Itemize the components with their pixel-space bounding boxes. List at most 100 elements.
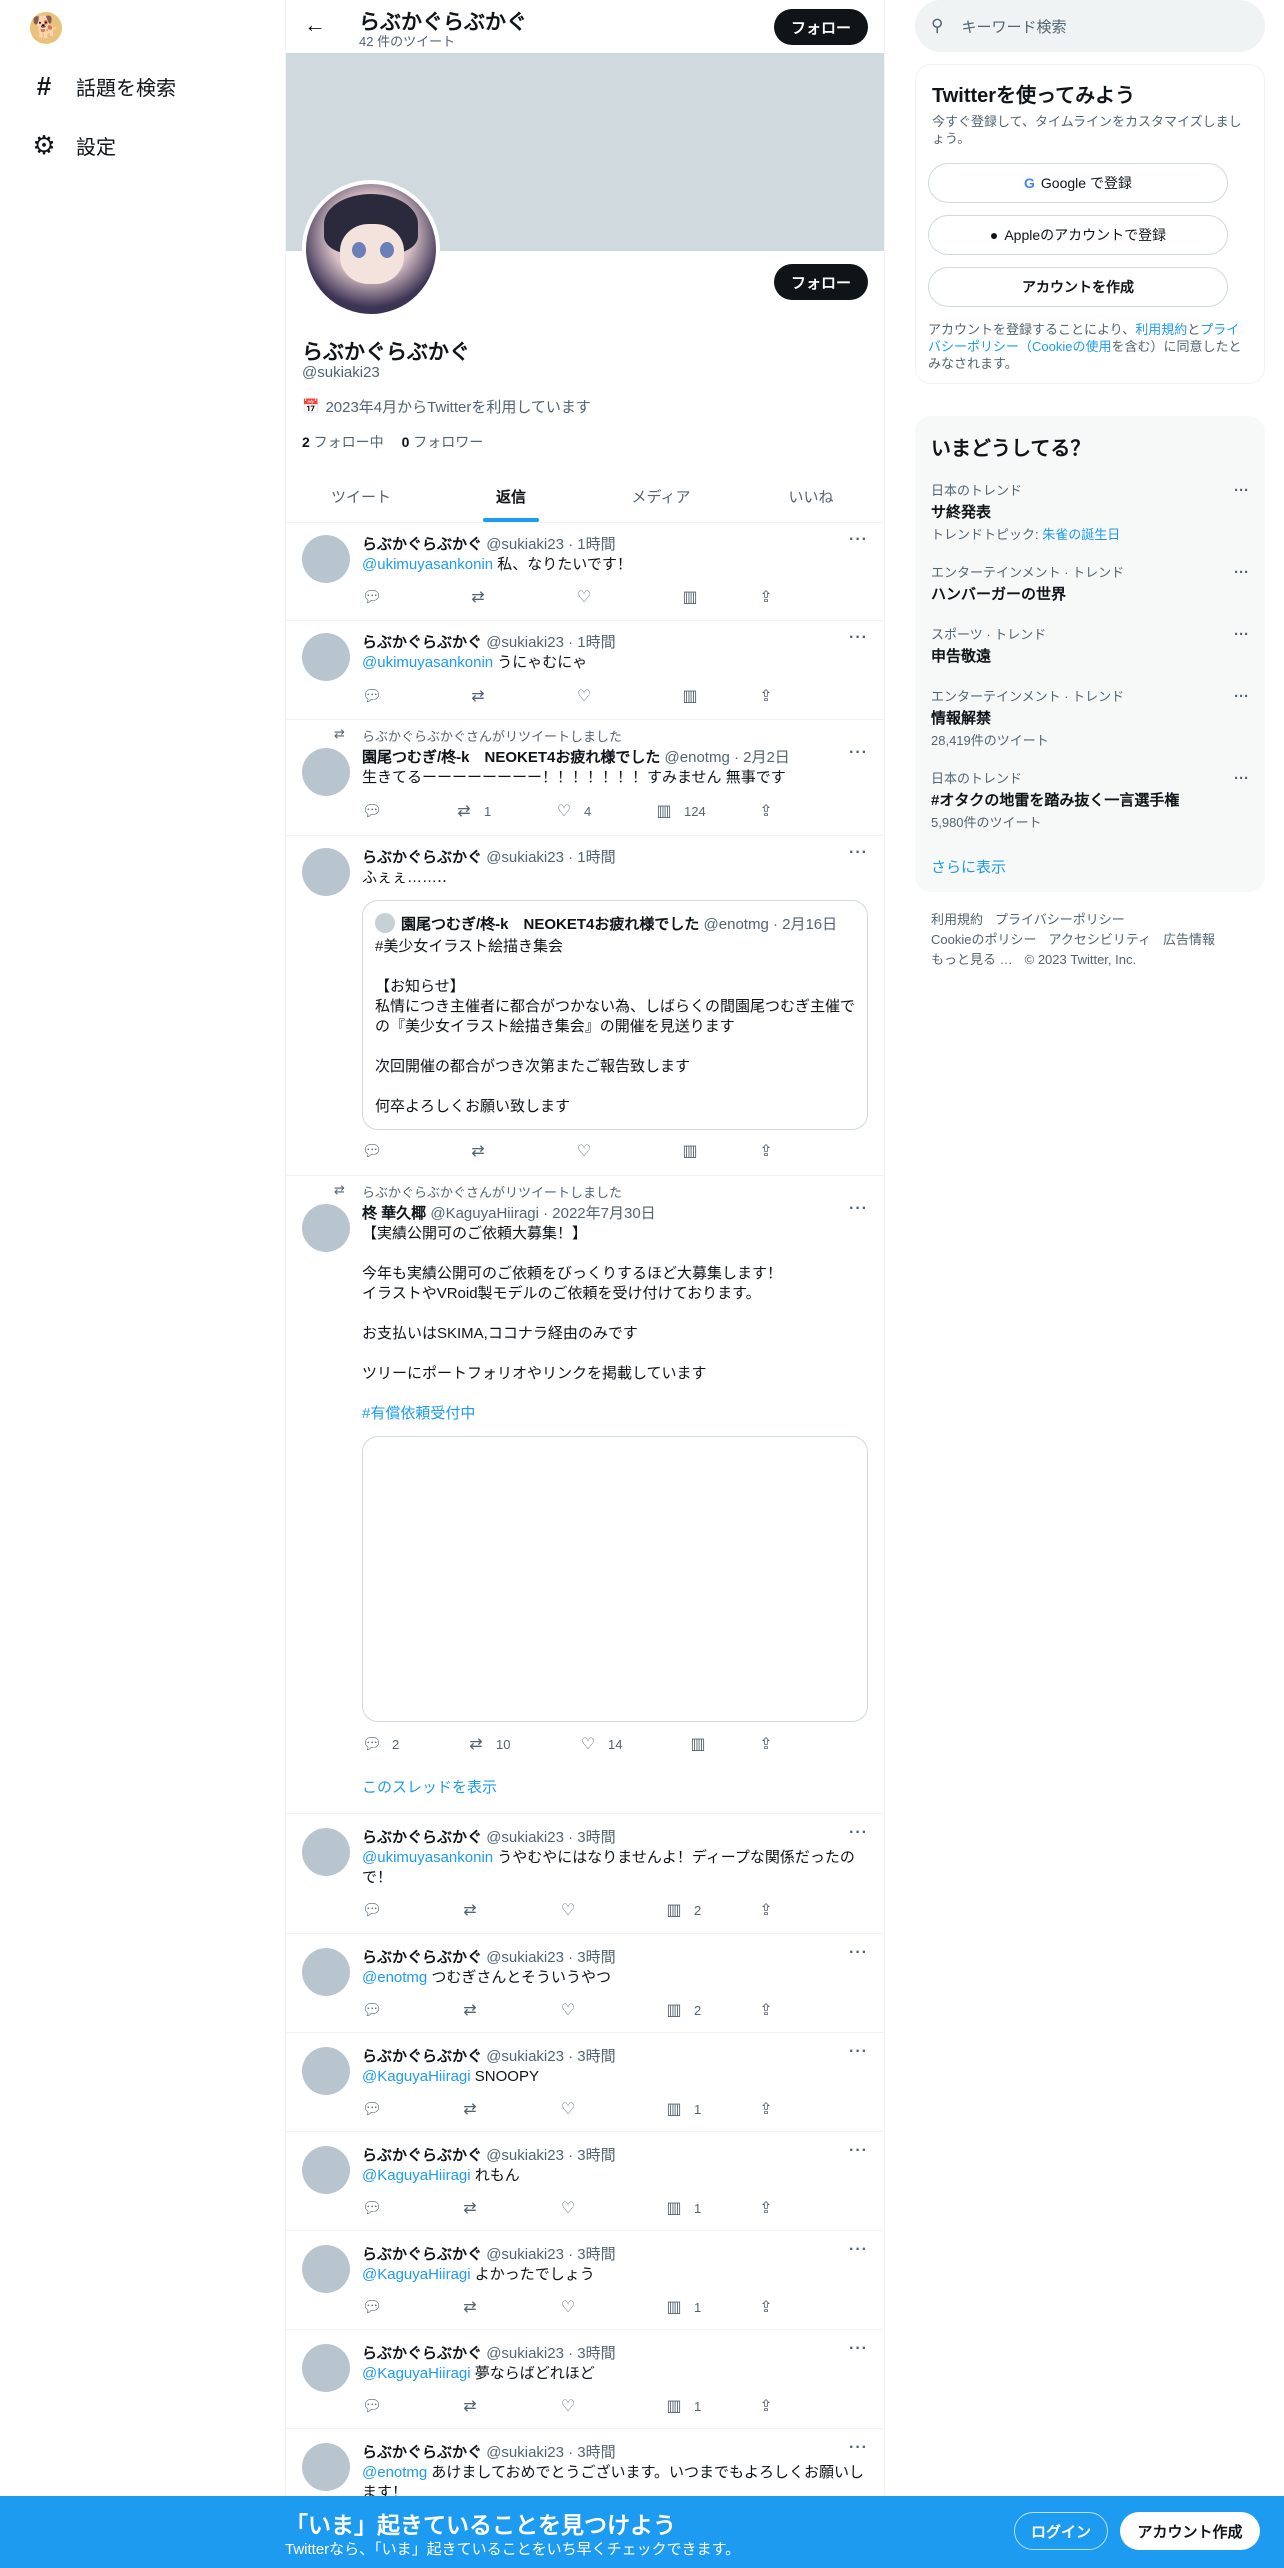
tweet[interactable]: らぶかぐらぶかぐ @sukiaki23 · 3時間 ··· @KaguyaHii… xyxy=(286,2033,884,2132)
footer-accessibility[interactable]: アクセシビリティ xyxy=(1048,932,1151,947)
like-icon[interactable]: ♡ xyxy=(558,2099,578,2119)
share-icon[interactable]: ⇪ xyxy=(756,2396,776,2416)
nav-explore[interactable]: # 話題を検索 xyxy=(30,66,176,106)
reply-icon[interactable]: 💬︎ xyxy=(362,2396,382,2416)
reply-icon[interactable]: 💬︎ xyxy=(362,686,382,706)
like-icon[interactable]: ♡ xyxy=(558,2000,578,2020)
retweet-icon[interactable]: ⇄ xyxy=(460,2000,480,2020)
retweet-icon[interactable]: ⇄ xyxy=(460,2099,480,2119)
retweet-icon[interactable]: ⇄ xyxy=(460,2297,480,2317)
retweet-icon[interactable]: ⇄ xyxy=(460,1900,480,1920)
retweet-icon[interactable]: ⇄ xyxy=(468,686,488,706)
reply-icon[interactable]: 💬︎ xyxy=(362,2099,382,2119)
following-link[interactable]: 2 フォロー中 xyxy=(302,434,384,450)
views-icon[interactable]: ▥ 1 xyxy=(664,2297,701,2317)
tab-media[interactable]: メディア xyxy=(586,470,736,522)
reply-icon[interactable]: 💬︎ xyxy=(362,1141,382,1161)
views-icon[interactable]: ▥ 1 xyxy=(664,2396,701,2416)
views-icon[interactable]: ▥ 124 xyxy=(654,801,705,821)
tweet-avatar[interactable] xyxy=(302,535,350,583)
like-icon[interactable]: ♡ xyxy=(574,1141,594,1161)
tweet-avatar[interactable] xyxy=(302,2344,350,2392)
tweet-avatar[interactable] xyxy=(302,2146,350,2194)
tweet-avatar[interactable] xyxy=(302,2443,350,2491)
search-box[interactable]: ⚲ キーワード検索 xyxy=(915,0,1265,52)
tweet[interactable]: らぶかぐらぶかぐ @sukiaki23 · 1時間 ··· @ukimuyasa… xyxy=(286,523,884,621)
tweet-avatar[interactable] xyxy=(302,1204,350,1252)
tweet-avatar[interactable] xyxy=(302,1948,350,1996)
footer-terms[interactable]: 利用規約 xyxy=(931,912,983,927)
views-icon[interactable]: ▥ xyxy=(688,1734,708,1754)
more-icon[interactable]: ··· xyxy=(1234,482,1249,499)
tweet[interactable]: らぶかぐらぶかぐ @sukiaki23 · 1時間 ··· @ukimuyasa… xyxy=(286,621,884,720)
more-icon[interactable]: ··· xyxy=(849,744,868,762)
signup-button[interactable]: アカウント作成 xyxy=(1120,2512,1260,2550)
back-arrow-icon[interactable]: ← xyxy=(300,12,330,38)
nav-settings[interactable]: ⚙ 設定 xyxy=(30,125,116,165)
reply-icon[interactable]: 💬︎ 2 xyxy=(362,1734,399,1754)
more-icon[interactable]: ··· xyxy=(849,2241,868,2259)
more-icon[interactable]: ··· xyxy=(849,2142,868,2160)
more-icon[interactable]: ··· xyxy=(849,1944,868,1962)
show-thread-link[interactable]: このスレッドを表示 xyxy=(362,1778,870,1798)
more-icon[interactable]: ··· xyxy=(849,2439,868,2457)
more-icon[interactable]: ··· xyxy=(849,844,868,862)
tweet-avatar[interactable] xyxy=(302,2245,350,2293)
footer-ads[interactable]: 広告情報 xyxy=(1163,932,1215,947)
footer-cookies[interactable]: Cookieのポリシー xyxy=(931,932,1036,947)
share-icon[interactable]: ⇪ xyxy=(756,801,776,821)
followers-link[interactable]: 0 フォロワー xyxy=(402,434,484,450)
share-icon[interactable]: ⇪ xyxy=(756,1141,776,1161)
share-icon[interactable]: ⇪ xyxy=(756,686,776,706)
views-icon[interactable]: ▥ 1 xyxy=(664,2099,701,2119)
views-icon[interactable]: ▥ xyxy=(680,587,710,607)
views-icon[interactable]: ▥ 1 xyxy=(664,2198,701,2218)
more-icon[interactable]: ··· xyxy=(849,2043,868,2061)
like-icon[interactable]: ♡ xyxy=(558,2198,578,2218)
more-icon[interactable]: ··· xyxy=(1234,564,1249,581)
retweet-icon[interactable]: ⇄ xyxy=(460,2198,480,2218)
show-more-link[interactable]: さらに表示 xyxy=(931,856,1006,877)
tab-likes[interactable]: いいね xyxy=(736,470,884,522)
like-icon[interactable]: ♡ 4 xyxy=(554,801,591,821)
reply-icon[interactable]: 💬︎ xyxy=(362,801,382,821)
more-icon[interactable]: ··· xyxy=(1234,688,1249,705)
tweet-avatar[interactable] xyxy=(302,633,350,681)
tweet-avatar[interactable] xyxy=(302,848,350,896)
apple-signup-button[interactable]: ● Appleのアカウントで登録 xyxy=(928,215,1228,255)
retweet-icon[interactable]: ⇄ xyxy=(468,587,498,607)
google-signup-button[interactable]: G Google で登録 xyxy=(928,163,1228,203)
reply-icon[interactable]: 💬︎ xyxy=(362,2297,382,2317)
reply-icon[interactable]: 💬︎ xyxy=(362,2000,382,2020)
share-icon[interactable]: ⇪ xyxy=(756,2198,776,2218)
media-card[interactable] xyxy=(362,1436,868,1722)
like-icon[interactable]: ♡ xyxy=(574,686,594,706)
doge-logo-icon[interactable]: 🐕 xyxy=(30,12,62,44)
terms-link[interactable]: 利用規約 xyxy=(1135,322,1187,337)
more-icon[interactable]: ··· xyxy=(849,629,868,647)
more-icon[interactable]: ··· xyxy=(849,2340,868,2358)
trend-item[interactable]: エンターテインメント · トレンド 情報解禁 28,419件のツイート ··· xyxy=(931,686,1249,749)
footer-more[interactable]: もっと見る … xyxy=(931,952,1013,967)
share-icon[interactable]: ⇪ xyxy=(756,2099,776,2119)
share-icon[interactable]: ⇪ xyxy=(756,587,776,607)
more-icon[interactable]: ··· xyxy=(849,531,868,549)
views-icon[interactable]: ▥ xyxy=(680,1141,700,1161)
retweet-icon[interactable]: ⇄ xyxy=(468,1141,488,1161)
tweet[interactable]: らぶかぐらぶかぐ @sukiaki23 · 3時間 ··· @ukimuyasa… xyxy=(286,1814,884,1934)
more-icon[interactable]: ··· xyxy=(849,1824,868,1842)
tweet-avatar[interactable] xyxy=(302,2047,350,2095)
share-icon[interactable]: ⇪ xyxy=(756,2000,776,2020)
tweet[interactable]: らぶかぐらぶかぐ @sukiaki23 · 3時間 ··· @KaguyaHii… xyxy=(286,2330,884,2429)
profile-follow-button[interactable]: フォロー xyxy=(774,264,868,300)
hashtag-link[interactable]: #有償依頼受付中 xyxy=(362,1404,870,1424)
tweet[interactable]: ⇄ らぶかぐらぶかぐさんがリツイートしました 柊 華久椰 @KaguyaHiir… xyxy=(286,1176,884,1814)
tweet[interactable]: らぶかぐらぶかぐ @sukiaki23 · 3時間 ··· @enotmg つむ… xyxy=(286,1934,884,2033)
tweet[interactable]: らぶかぐらぶかぐ @sukiaki23 · 1時間 ··· ふぇぇ……‥ 園尾つ… xyxy=(286,836,884,1176)
tweet[interactable]: らぶかぐらぶかぐ @sukiaki23 · 3時間 ··· @KaguyaHii… xyxy=(286,2231,884,2330)
retweet-icon[interactable]: ⇄ 10 xyxy=(466,1734,510,1754)
header-follow-button[interactable]: フォロー xyxy=(774,9,868,45)
trend-item[interactable]: 日本のトレンド #オタクの地雷を踏み抜く一言選手権 5,980件のツイート ··… xyxy=(931,768,1249,831)
trend-item[interactable]: エンターテインメント · トレンド ハンバーガーの世界 ··· xyxy=(931,562,1249,604)
like-icon[interactable]: ♡ xyxy=(558,2297,578,2317)
